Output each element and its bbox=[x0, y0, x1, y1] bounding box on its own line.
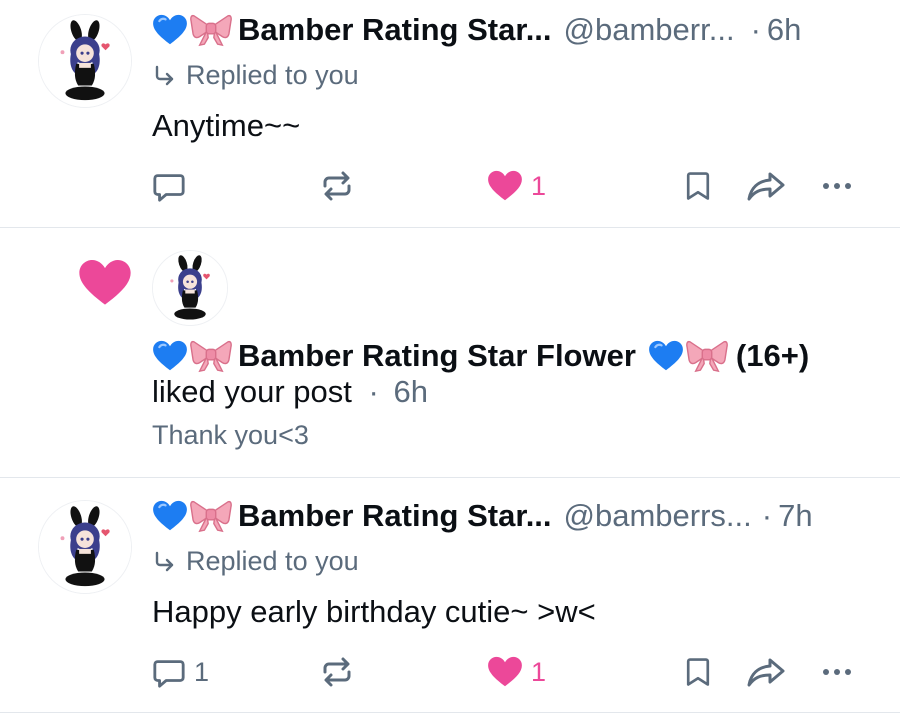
share-button[interactable] bbox=[746, 652, 786, 692]
reply-arrow-icon bbox=[152, 64, 176, 88]
liked-post-preview[interactable]: Thank you<3 bbox=[152, 420, 309, 451]
like-notification-icon bbox=[78, 258, 132, 308]
post-header: Bamber Rating Star... @bamberr... · 6h bbox=[152, 8, 801, 52]
repost-icon bbox=[319, 168, 355, 204]
share-icon bbox=[746, 168, 786, 204]
like-action-text: liked your post bbox=[152, 374, 352, 409]
post-header: Bamber Rating Star... @bamberrs... · 7h bbox=[152, 494, 813, 538]
author-handle[interactable]: @bamberr... bbox=[564, 12, 735, 48]
blue-heart-icon bbox=[648, 340, 684, 372]
reply-icon bbox=[152, 655, 186, 689]
more-icon bbox=[818, 168, 856, 204]
replied-label: Replied to you bbox=[186, 60, 359, 90]
blue-heart-icon bbox=[152, 500, 188, 532]
action-bar: 1 1 bbox=[0, 652, 900, 692]
repost-button[interactable] bbox=[319, 652, 355, 692]
post-text: Happy early birthday cutie~ >w< bbox=[152, 594, 596, 629]
ribbon-icon bbox=[190, 499, 232, 533]
like-time: 6h bbox=[393, 374, 428, 409]
notification-like[interactable]: Bamber Rating Star Flower (16+) liked yo… bbox=[0, 228, 900, 478]
replied-indicator: Replied to you bbox=[152, 60, 359, 91]
repost-icon bbox=[319, 654, 355, 690]
like-action-line: liked your post · 6h bbox=[152, 374, 428, 410]
more-icon bbox=[818, 654, 856, 690]
share-icon bbox=[746, 654, 786, 690]
action-bar: 1 bbox=[0, 166, 900, 206]
share-button[interactable] bbox=[746, 166, 786, 206]
like-count: 1 bbox=[531, 170, 547, 201]
blue-heart-icon bbox=[152, 14, 188, 46]
author-name[interactable]: Bamber Rating Star... bbox=[238, 12, 552, 48]
avatar[interactable] bbox=[38, 500, 132, 594]
more-options-button[interactable] bbox=[818, 166, 856, 206]
liker-name[interactable]: Bamber Rating Star Flower bbox=[238, 338, 636, 374]
liker-line: Bamber Rating Star Flower (16+) bbox=[152, 334, 809, 378]
repost-button[interactable] bbox=[319, 166, 355, 206]
reply-button[interactable] bbox=[152, 166, 186, 206]
avatar[interactable] bbox=[38, 14, 132, 108]
like-button[interactable]: 1 bbox=[487, 652, 546, 692]
bookmark-icon bbox=[682, 655, 714, 689]
blue-heart-icon bbox=[152, 340, 188, 372]
like-count: 1 bbox=[531, 656, 547, 687]
liker-suffix: (16+) bbox=[735, 338, 810, 373]
author-handle[interactable]: @bamberrs... bbox=[564, 498, 752, 534]
separator: · bbox=[761, 498, 773, 533]
like-icon bbox=[487, 170, 523, 202]
reply-count: 1 bbox=[194, 656, 210, 687]
reply-icon bbox=[152, 169, 186, 203]
post-time: 7h bbox=[778, 498, 813, 533]
avatar[interactable] bbox=[152, 250, 228, 326]
ribbon-icon bbox=[190, 13, 232, 47]
separator: · bbox=[750, 12, 761, 47]
ribbon-icon bbox=[190, 339, 232, 373]
post-time: 6h bbox=[766, 12, 802, 47]
like-icon bbox=[487, 656, 523, 688]
replied-indicator: Replied to you bbox=[152, 546, 359, 577]
reply-button[interactable]: 1 bbox=[152, 652, 209, 692]
post-text: Anytime~~ bbox=[152, 108, 301, 143]
ribbon-icon bbox=[686, 339, 728, 373]
like-button[interactable]: 1 bbox=[487, 166, 546, 206]
notification-reply-1[interactable]: Bamber Rating Star... @bamberr... · 6h R… bbox=[0, 0, 900, 228]
bookmark-button[interactable] bbox=[682, 652, 714, 692]
more-options-button[interactable] bbox=[818, 652, 856, 692]
bookmark-icon bbox=[682, 169, 714, 203]
separator: · bbox=[368, 374, 379, 409]
author-name[interactable]: Bamber Rating Star... bbox=[238, 498, 552, 534]
replied-label: Replied to you bbox=[186, 546, 359, 576]
bookmark-button[interactable] bbox=[682, 166, 714, 206]
notification-reply-2[interactable]: Bamber Rating Star... @bamberrs... · 7h … bbox=[0, 478, 900, 713]
reply-arrow-icon bbox=[152, 550, 176, 574]
